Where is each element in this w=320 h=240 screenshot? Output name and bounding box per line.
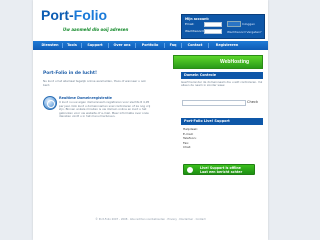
nav-separator [208, 43, 209, 48]
domain-check-title: Domein Controle [181, 72, 263, 79]
domain-input[interactable] [182, 100, 246, 106]
nav-separator [62, 43, 63, 48]
live-support-line-2: Laat een bericht achter [200, 170, 243, 174]
page-container: Port-Folio Uw aanmeld dlo ooij adresen M… [33, 0, 268, 240]
nav-item-contact[interactable]: Contact [183, 41, 207, 50]
welcome-heading: Port-Folio in de lucht! [43, 71, 97, 76]
feature-body: U kunt nu uw eigen domeinnaam registrere… [59, 100, 151, 119]
chat-icon [187, 167, 193, 173]
live-support-text: Live! Support is offline Laat een berich… [200, 166, 242, 174]
nav-separator [181, 43, 182, 48]
login-title: Mijn account: [185, 17, 210, 21]
email-input[interactable] [204, 22, 222, 27]
footer: © Port-Folio 2007 - 2008 · Alle rechten … [95, 218, 206, 221]
nav-item-tools[interactable]: Tools [64, 41, 80, 50]
logo-part-1: Port- [41, 7, 74, 23]
login-box: Mijn account: Email: Inloggen Wachtwoord… [181, 14, 265, 39]
site-tagline: Uw aanmeld dlo ooij adresen [63, 27, 129, 32]
support-line: Chat: [183, 145, 192, 150]
nav-item-portfolio[interactable]: Portfolio [137, 41, 163, 50]
nav-separator [135, 43, 136, 48]
password-label: Wachtwoord: [185, 29, 205, 33]
support-line: Helpdesk: [183, 127, 198, 131]
nav-separator [108, 43, 109, 48]
nav-item-support[interactable]: Support [83, 41, 107, 50]
feature-block: Realtime Domeinregistratie U kunt nu uw … [43, 96, 151, 154]
nav-separator [81, 43, 82, 48]
main-nav: Diensten Tools Support Over ons Portfoli… [33, 41, 268, 50]
banner-text: WebHosting [220, 59, 250, 65]
webhosting-banner[interactable]: WebHosting [173, 55, 263, 69]
login-button-label[interactable]: Inloggen [242, 22, 255, 26]
support-title: Port-Folio Live! Support [181, 118, 263, 125]
support-lines: Helpdesk: E-mail: Telefoon: Fax: Chat: [183, 127, 198, 150]
nav-item-diensten[interactable]: Diensten [39, 41, 61, 50]
logo-part-2: Folio [73, 7, 108, 23]
live-support-button[interactable]: Live! Support is offline Laat een berich… [183, 164, 255, 175]
domain-check-text: Geef hieronder de domeinnaam die u wilt … [181, 80, 263, 88]
site-logo[interactable]: Port-Folio [41, 7, 107, 23]
email-label: Email: [185, 22, 195, 26]
forgot-password-link[interactable]: Wachtwoord Vergeten? [227, 30, 262, 34]
nav-item-over-ons[interactable]: Over ons [110, 41, 134, 50]
check-button[interactable]: Check [247, 100, 258, 104]
nav-separator [164, 43, 165, 48]
login-button[interactable] [227, 21, 241, 27]
password-input[interactable] [204, 29, 222, 34]
nav-item-faq[interactable]: Faq [166, 41, 180, 50]
globe-icon [43, 96, 57, 110]
intro-text: Nu kunt u het allemaal tegelijk online a… [43, 79, 146, 87]
nav-item-registreren[interactable]: Registreren [210, 41, 244, 50]
